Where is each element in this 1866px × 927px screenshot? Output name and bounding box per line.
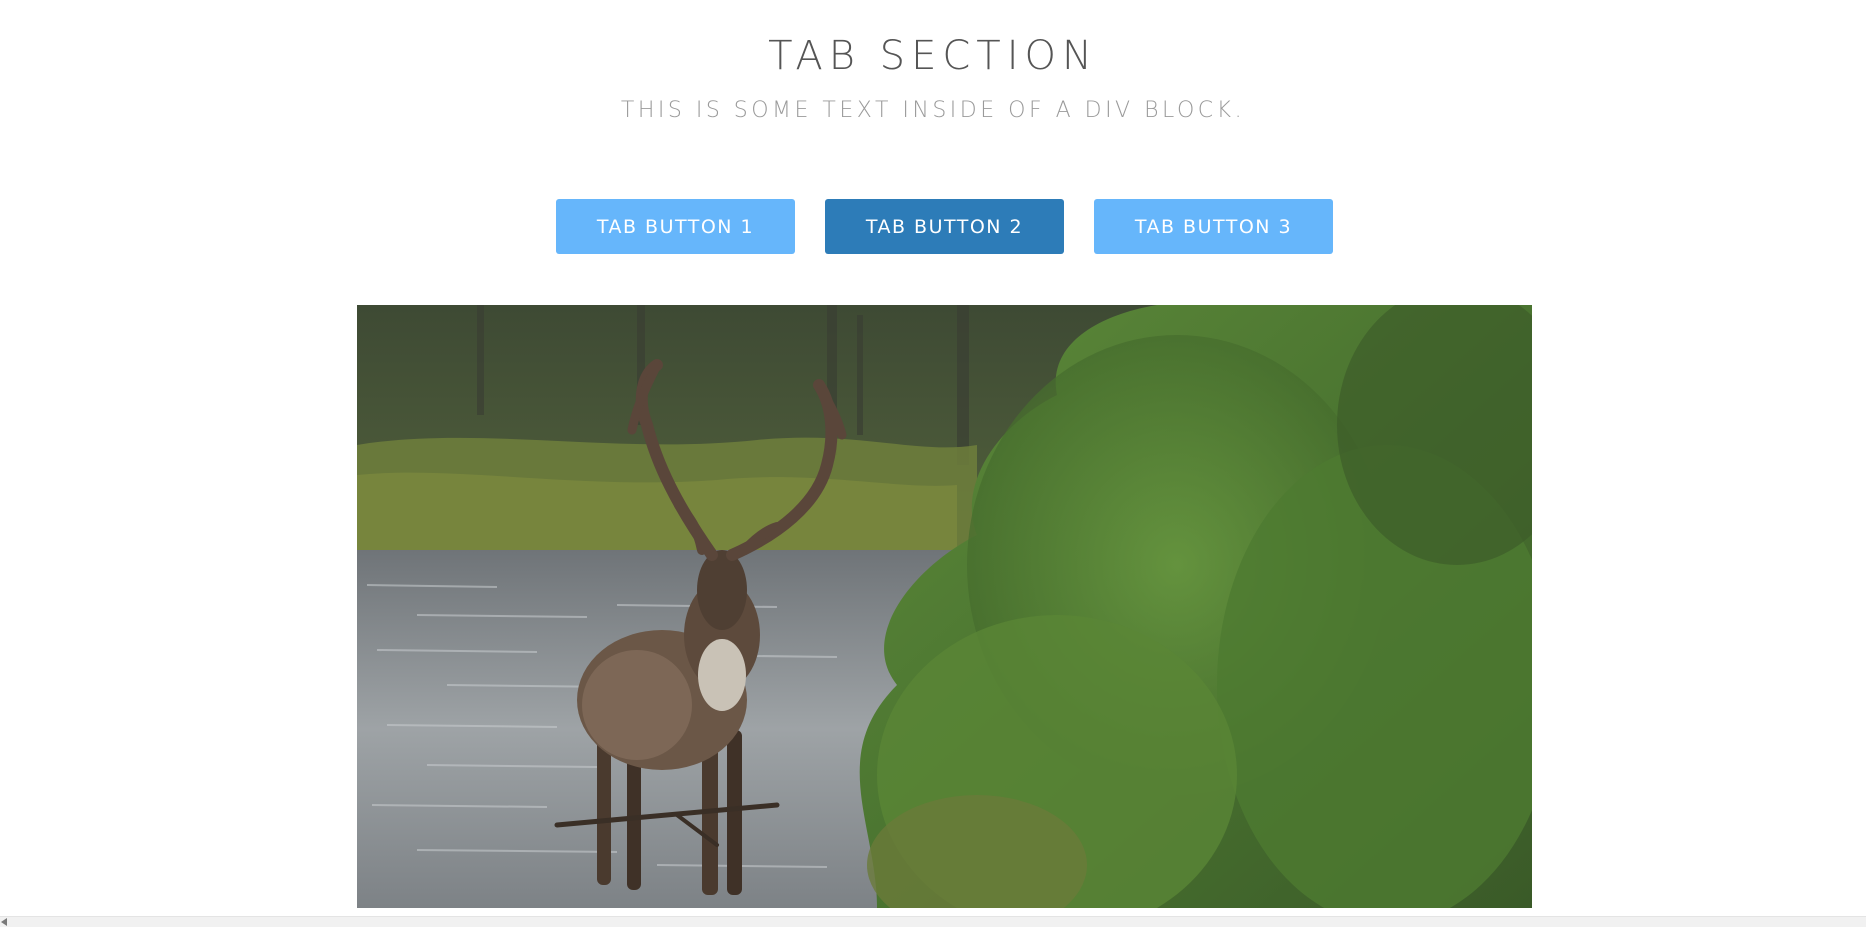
- scroll-left-arrow-icon[interactable]: [1, 918, 7, 926]
- section-subtitle: THIS IS SOME TEXT INSIDE OF A DIV BLOCK.: [620, 98, 1246, 123]
- section-title: TAB SECTION: [768, 33, 1098, 79]
- horizontal-scrollbar[interactable]: [0, 916, 1866, 927]
- page: TAB SECTION THIS IS SOME TEXT INSIDE OF …: [0, 0, 1866, 927]
- tab-button-2-label: TAB BUTTON 2: [865, 215, 1024, 238]
- tab-pane-image: [357, 305, 1532, 908]
- tab-button-1[interactable]: TAB BUTTON 1: [556, 199, 795, 254]
- tab-button-2[interactable]: TAB BUTTON 2: [825, 199, 1064, 254]
- tab-button-1-label: TAB BUTTON 1: [596, 215, 755, 238]
- tab-button-3[interactable]: TAB BUTTON 3: [1094, 199, 1333, 254]
- tab-button-3-label: TAB BUTTON 3: [1134, 215, 1293, 238]
- caribou-stream-image: [357, 305, 1532, 908]
